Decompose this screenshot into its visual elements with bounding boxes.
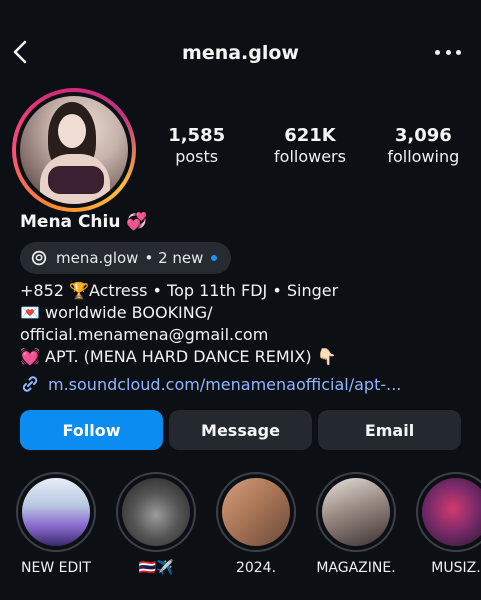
highlight-thailand[interactable]: 🇹🇭✈️ [108, 472, 204, 576]
stat-following-label: following [387, 147, 460, 166]
highlight-label: 🇹🇭✈️ [138, 560, 174, 576]
avatar [20, 96, 128, 204]
message-button[interactable]: Message [169, 410, 312, 450]
bio-line: +852 🏆Actress • Top 11th FDJ • Singer [20, 281, 339, 300]
highlight-label: 2024. [235, 560, 277, 576]
top-bar: mena.glow [0, 28, 481, 78]
profile-link-text: m.soundcloud.com/menamenaofficial/apt-..… [48, 374, 402, 394]
highlight-cover [22, 478, 90, 546]
threads-badge[interactable]: mena.glow • 2 new [20, 242, 232, 274]
threads-new-count: • 2 new [144, 249, 204, 267]
highlight-2024[interactable]: 2024. [208, 472, 304, 576]
stat-posts-count: 1,585 [168, 125, 226, 146]
follow-button[interactable]: Follow [20, 410, 163, 450]
stat-posts-label: posts [175, 147, 219, 166]
bio-line: 💌 worldwide BOOKING/ [20, 303, 213, 322]
email-button[interactable]: Email [318, 410, 461, 450]
bio: +852 🏆Actress • Top 11th FDJ • Singer 💌 … [20, 280, 470, 368]
highlight-label: NEW EDIT [21, 560, 91, 576]
display-name: Mena Chiu 💞 [20, 212, 148, 232]
highlight-new-edit[interactable]: NEW EDIT [8, 472, 104, 576]
highlight-cover [322, 478, 390, 546]
highlight-label: MAGAZINE. [316, 560, 396, 576]
link-icon [22, 376, 38, 392]
highlight-musiz[interactable]: MUSIZ. [408, 472, 481, 576]
highlight-cover [222, 478, 290, 546]
new-indicator-dot [211, 255, 218, 261]
stat-followers-label: followers [274, 147, 346, 166]
threads-handle: mena.glow [56, 249, 139, 267]
highlight-magazine[interactable]: MAGAZINE. [308, 472, 404, 576]
stat-following-count: 3,096 [394, 125, 452, 146]
stat-followers-count: 621K [284, 125, 336, 146]
highlight-cover [122, 478, 190, 546]
story-highlights: NEW EDIT 🇹🇭✈️ 2024. MAGAZINE. MUSIZ. [0, 472, 481, 582]
more-options-icon[interactable] [435, 40, 461, 64]
profile-stats: 1,585 posts 621K followers 3,096 followi… [140, 126, 480, 168]
stat-followers[interactable]: 621K followers [253, 126, 366, 168]
profile-actions: Follow Message Email [20, 410, 461, 450]
avatar-story-ring[interactable] [12, 88, 136, 212]
stat-following[interactable]: 3,096 following [367, 126, 480, 168]
highlight-label: MUSIZ. [431, 560, 481, 576]
highlight-cover [422, 478, 481, 546]
stat-posts[interactable]: 1,585 posts [140, 126, 253, 168]
bio-line: official.menamena@gmail.com [20, 325, 269, 344]
page-title: mena.glow [182, 42, 299, 64]
profile-link[interactable]: m.soundcloud.com/menamenaofficial/apt-..… [20, 374, 401, 394]
bio-line: 💓 APT. (MENA HARD DANCE REMIX) 👇🏻 [20, 347, 337, 366]
threads-icon [31, 250, 47, 266]
